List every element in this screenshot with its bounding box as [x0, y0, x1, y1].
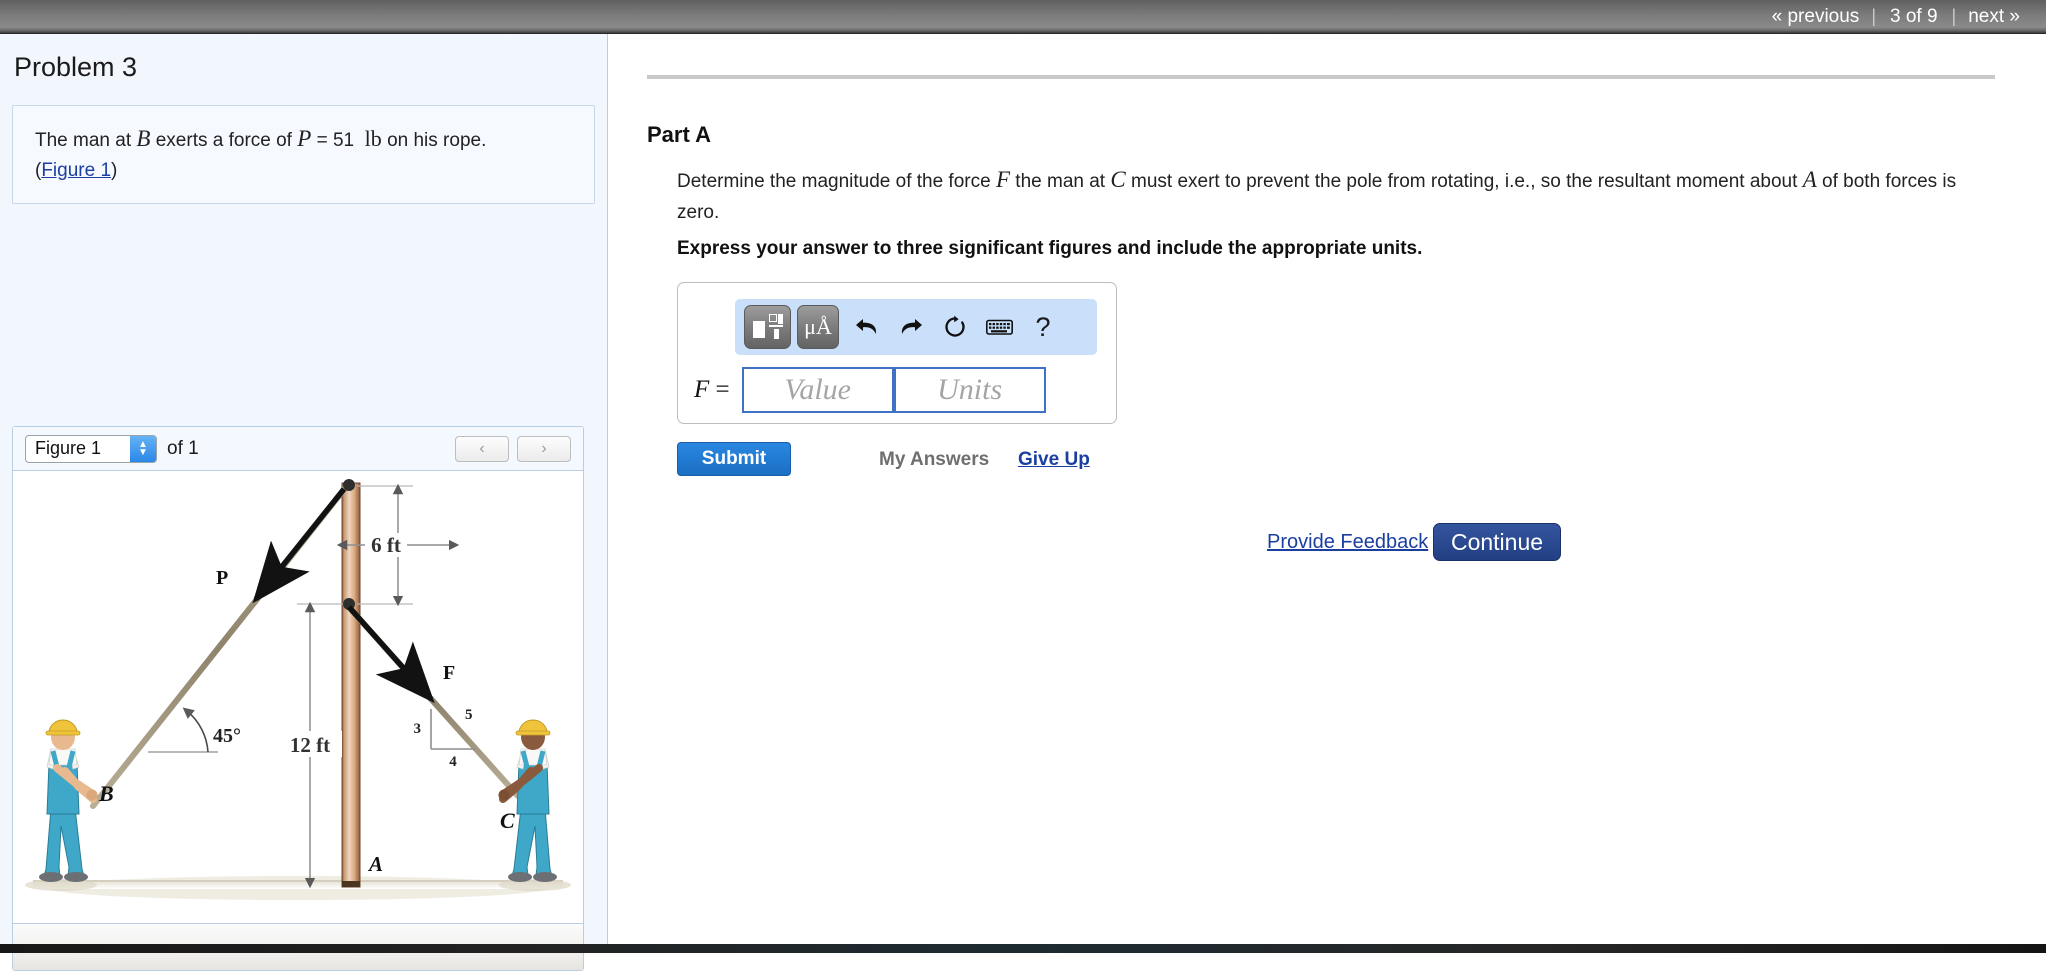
next-link[interactable]: next »: [1956, 6, 2032, 28]
figure-prev-button[interactable]: ‹: [455, 435, 509, 462]
pole-force-diagram: P F 6 ft 6 ft 12 ft: [25, 479, 571, 900]
variable-b: B: [136, 126, 151, 151]
answer-entry-box: μÅ ? F = Value Units: [677, 282, 1117, 424]
main-content: Part A Determine the magnitude of the fo…: [609, 34, 2046, 953]
label-angle-45: 45°: [213, 725, 241, 747]
stepper-arrows-icon[interactable]: ▲ ▼: [130, 435, 156, 462]
label-point-c: C: [500, 808, 515, 833]
part-heading: Part A: [647, 122, 711, 147]
label-slope-5: 5: [465, 707, 473, 723]
give-up-link[interactable]: Give Up: [1018, 449, 1090, 471]
problem-statement-box: The man at B exerts a force of P = 51 lb…: [12, 105, 595, 204]
nav-separator-left: |: [1871, 6, 1876, 26]
provide-feedback-link[interactable]: Provide Feedback: [1267, 531, 1428, 554]
previous-link[interactable]: « previous: [1760, 6, 1872, 28]
answer-format-note: Express your answer to three significant…: [677, 238, 1423, 259]
undo-icon[interactable]: [845, 305, 889, 349]
variable-f: F: [995, 167, 1011, 192]
figure-arrow-group: ‹ ›: [455, 435, 571, 462]
variable-p: P: [297, 126, 312, 151]
question-t1: Determine the magnitude of the force: [677, 171, 996, 192]
figure-toolbar: Figure 1 ▲ ▼ of 1 ‹ ›: [13, 427, 583, 471]
redo-icon[interactable]: [889, 305, 933, 349]
question-text: Determine the magnitude of the force F t…: [677, 162, 1997, 227]
statement-prefix: The man at: [35, 130, 137, 151]
math-template-icon[interactable]: [744, 305, 791, 349]
statement-unit: lb: [364, 126, 382, 151]
equation-equals: =: [715, 376, 730, 403]
mu-angstrom-glyph: μÅ: [804, 314, 832, 339]
figure-1-link[interactable]: Figure 1: [41, 160, 111, 181]
answer-equation-row: F = Value Units: [694, 367, 1046, 413]
label-point-a: A: [367, 852, 383, 876]
bottom-filler: [609, 930, 2046, 944]
paren-close: ): [111, 159, 118, 181]
statement-mid: exerts a force of: [150, 130, 298, 151]
reset-icon[interactable]: [933, 305, 977, 349]
figure-image: P F 6 ft 6 ft 12 ft: [13, 471, 583, 924]
svg-text:6 ft: 6 ft: [371, 533, 401, 557]
submit-button[interactable]: Submit: [677, 442, 791, 476]
template-glyph: [752, 314, 783, 340]
taskbar-sliver: [0, 944, 2046, 953]
equation-label: F =: [694, 376, 730, 404]
label-force-p: P: [216, 567, 228, 589]
figure-select-value: Figure 1: [35, 438, 102, 458]
continue-button[interactable]: Continue: [1433, 523, 1561, 561]
equation-variable: F: [694, 376, 710, 403]
label-slope-3: 3: [414, 721, 422, 737]
statement-suffix: on his rope.: [381, 130, 487, 151]
variable-a: A: [1802, 167, 1817, 192]
label-force-f: F: [443, 662, 455, 684]
units-mu-angstrom-icon[interactable]: μÅ: [797, 305, 839, 349]
help-icon[interactable]: ?: [1021, 305, 1065, 349]
units-input[interactable]: Units: [893, 367, 1046, 413]
value-input[interactable]: Value: [741, 367, 894, 413]
pagination-nav: « previous | 3 of 9 | next »: [1760, 6, 2046, 28]
question-t2: the man at: [1010, 171, 1111, 192]
figure-next-button[interactable]: ›: [517, 435, 571, 462]
worker-b-figure: [25, 719, 98, 891]
nav-separator-right: |: [1951, 6, 1957, 26]
problem-sidebar: Problem 3 The man at B exerts a force of…: [0, 34, 608, 971]
keyboard-icon[interactable]: [977, 305, 1021, 349]
variable-c: C: [1110, 167, 1126, 192]
label-dim-12ft: 12 ft: [290, 733, 330, 757]
figure-count-label: of 1: [167, 437, 199, 459]
top-navigation-bar: « previous | 3 of 9 | next »: [0, 0, 2046, 34]
statement-equals: = 51: [311, 130, 355, 151]
worker-c-figure: [498, 719, 571, 891]
question-t3: must exert to prevent the pole from rota…: [1125, 171, 1803, 192]
section-divider: [647, 75, 1995, 79]
page-title: Problem 3: [14, 52, 138, 82]
figure-select[interactable]: Figure 1 ▲ ▼: [25, 434, 157, 463]
problem-statement-text: The man at B exerts a force of P = 51 lb…: [35, 122, 576, 185]
figure-panel: Figure 1 ▲ ▼ of 1 ‹ › P F 6 ft 12 ft 45°…: [12, 426, 584, 971]
label-point-b: B: [98, 781, 114, 806]
page-counter: 3 of 9: [1890, 5, 1938, 27]
label-slope-4: 4: [449, 754, 457, 770]
my-answers-label[interactable]: My Answers: [879, 449, 989, 471]
math-toolbar: μÅ ?: [735, 299, 1097, 355]
